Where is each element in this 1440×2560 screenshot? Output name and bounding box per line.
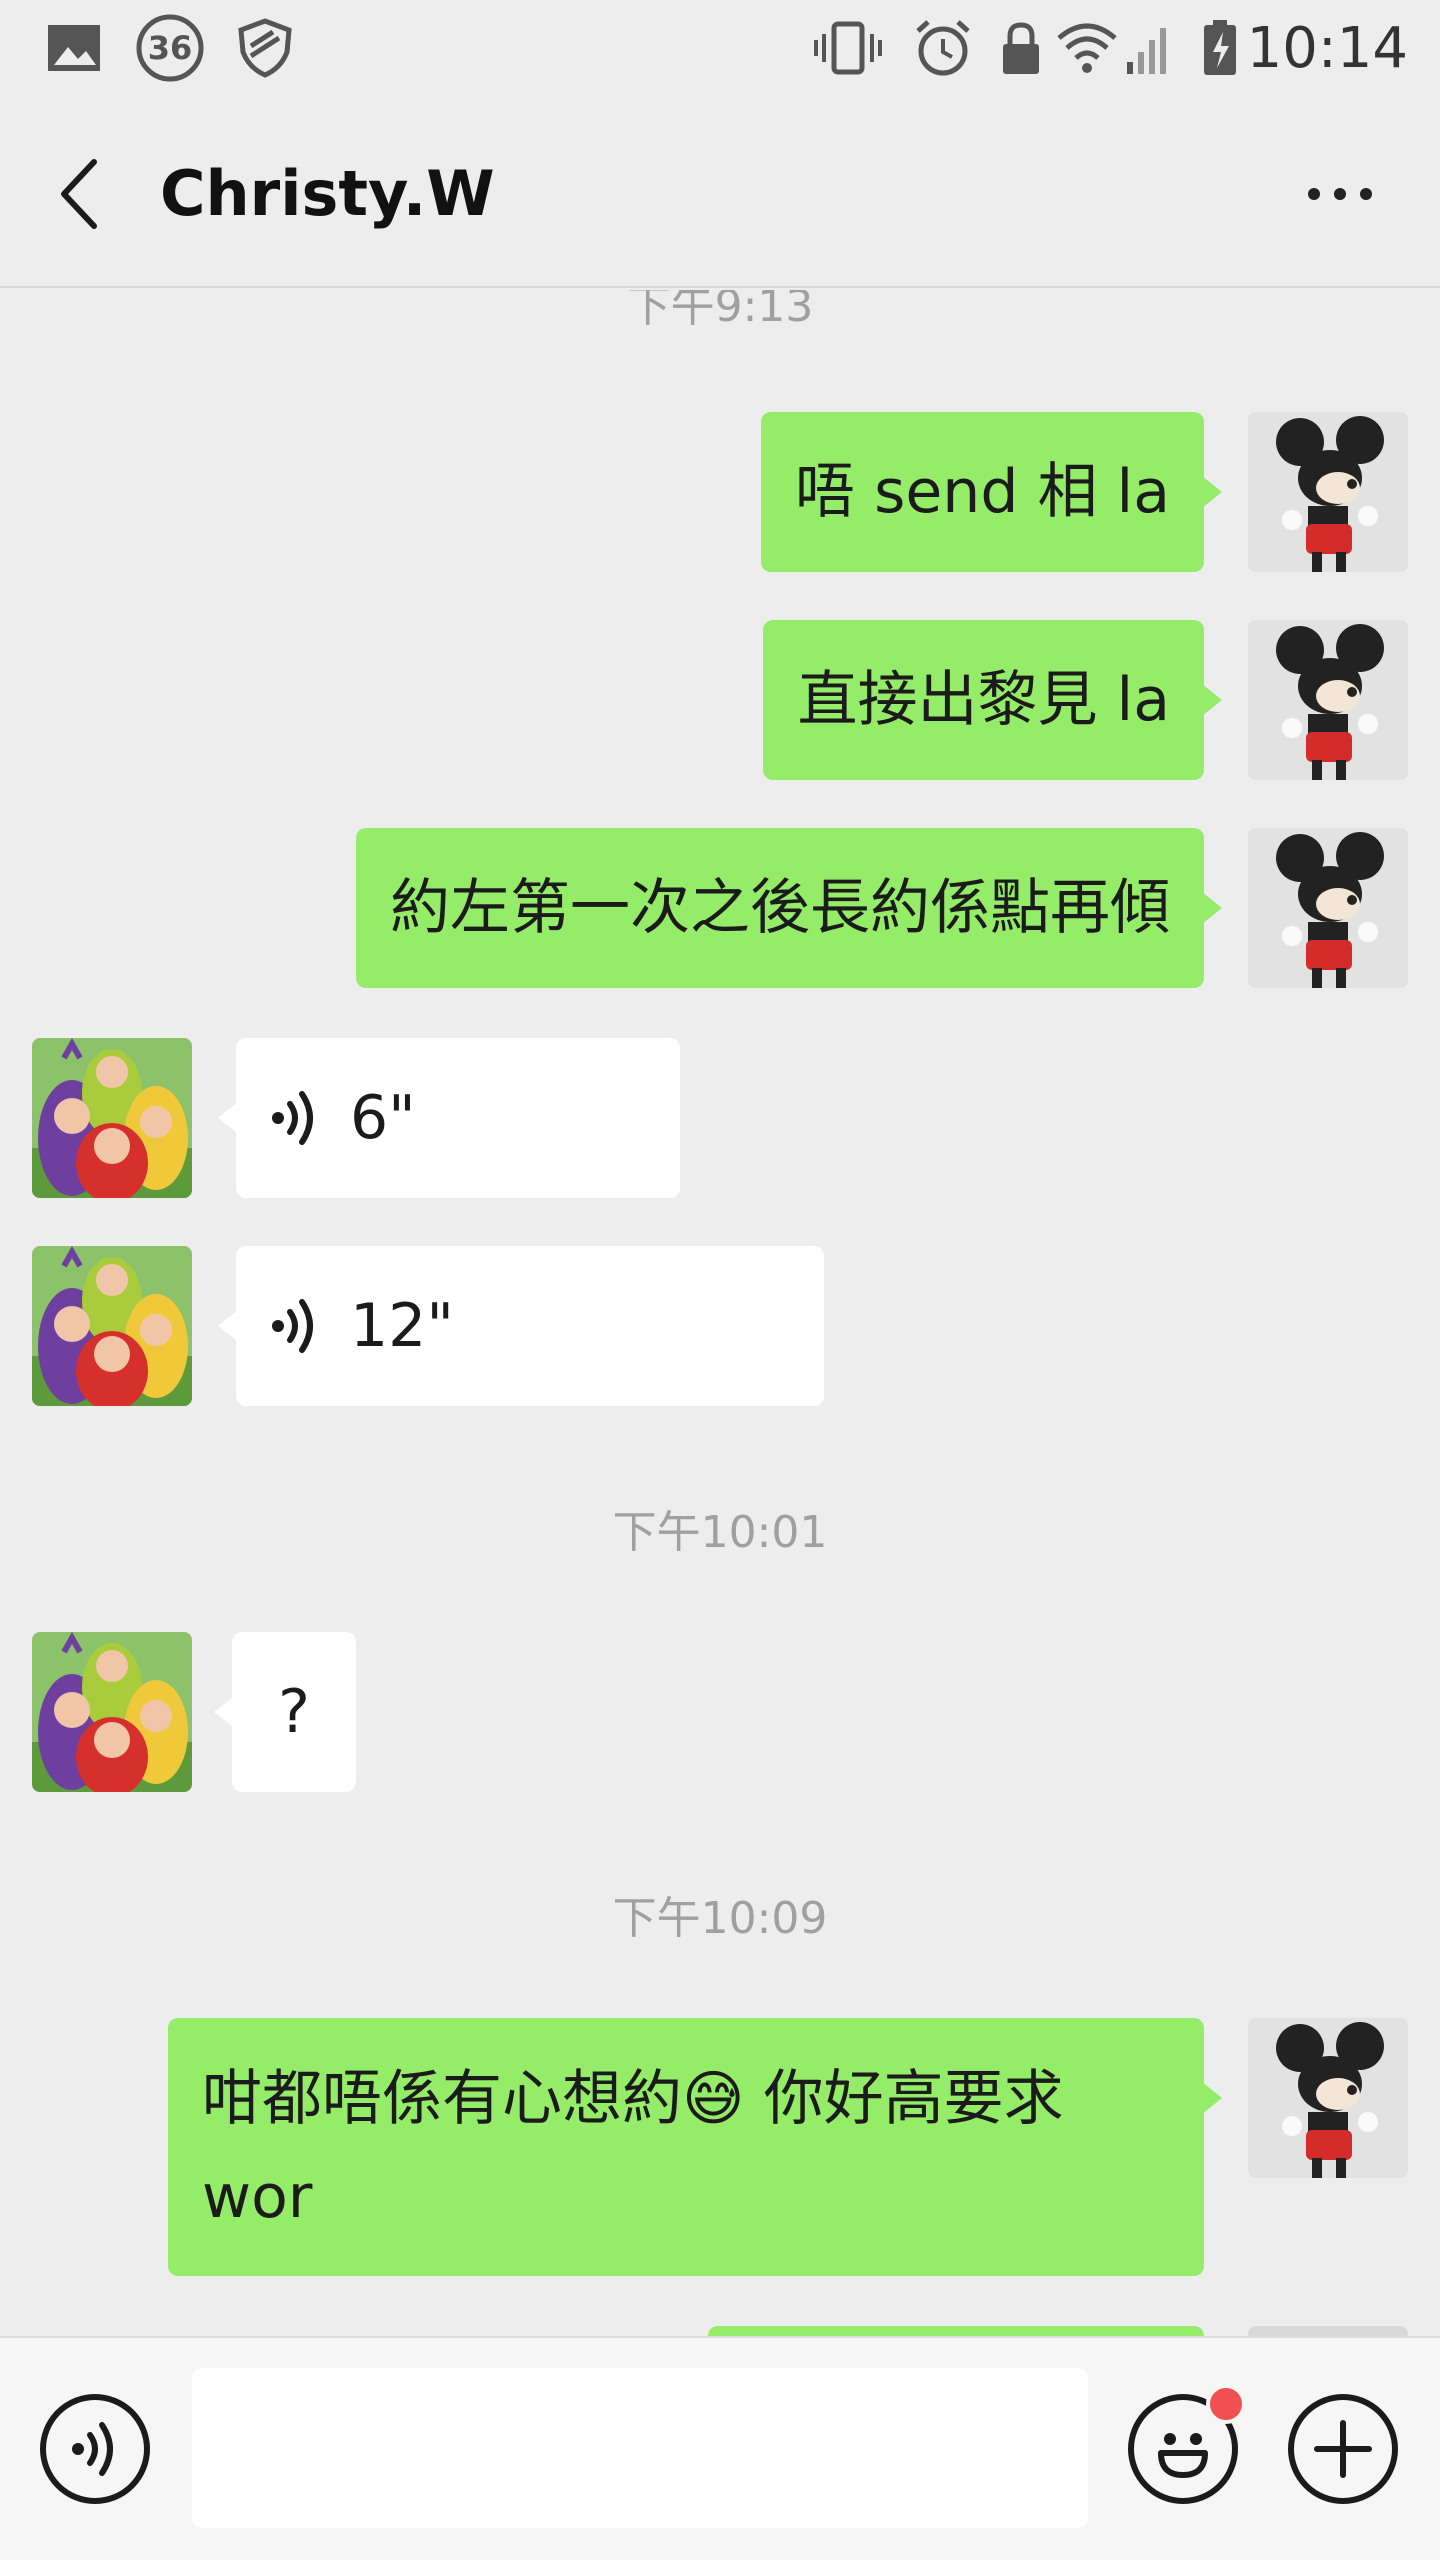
message-list[interactable]: 下午9:13 唔 send 相 la 直接出黎見 la 約左第一次之後長約係點再…	[0, 290, 1440, 2336]
teletubbies-avatar-image	[32, 1038, 192, 1198]
status-bar: 36 10:14	[0, 0, 1440, 100]
contact-avatar[interactable]	[32, 1246, 192, 1406]
message-text: 直接出黎見 la	[797, 665, 1170, 735]
message-text: ?	[278, 1677, 310, 1747]
more-button[interactable]	[1290, 154, 1390, 234]
voice-wave-icon	[272, 1091, 313, 1145]
vibrate-icon	[810, 18, 886, 78]
message-bubble-outgoing[interactable]: 直接出黎見 la	[763, 620, 1222, 780]
message-text: 咁都唔係有心想約😅 你好高要求 wor	[202, 2064, 1064, 2232]
my-avatar[interactable]	[1248, 828, 1408, 988]
plus-button[interactable]	[1288, 2394, 1398, 2504]
shield-icon	[234, 18, 296, 78]
timestamp: 下午10:01	[612, 1507, 828, 1558]
chat-header: Christy.W	[0, 100, 1440, 288]
my-avatar[interactable]	[1248, 620, 1408, 780]
voice-mode-button[interactable]	[40, 2394, 150, 2504]
message-bubble-outgoing[interactable]: 約左第一次之後長約係點再傾	[356, 828, 1222, 988]
back-button[interactable]	[40, 154, 120, 234]
message-bubble-incoming[interactable]: ?	[214, 1632, 356, 1792]
teletubbies-avatar-image	[32, 1246, 192, 1406]
message-text: 唔 send 相 la	[795, 457, 1170, 527]
input-bar	[0, 2336, 1440, 2560]
wifi-icon	[1054, 18, 1120, 78]
mouse-cartoon-avatar-image	[1248, 2018, 1408, 2178]
message-bubble-outgoing-partial[interactable]	[708, 2326, 1204, 2336]
message-input[interactable]	[192, 2368, 1088, 2528]
message-bubble-outgoing[interactable]: 唔 send 相 la	[761, 412, 1222, 572]
voice-message-bubble[interactable]: 12"	[218, 1246, 824, 1406]
my-avatar[interactable]	[1248, 412, 1408, 572]
voice-duration: 12"	[350, 1291, 454, 1361]
mouse-cartoon-avatar-image	[1248, 620, 1408, 780]
voice-message-bubble[interactable]: 6"	[218, 1038, 680, 1198]
notification-dot	[1206, 2384, 1246, 2424]
badge-36-icon: 36	[132, 14, 208, 82]
chevron-left-icon	[61, 159, 97, 229]
image-icon	[44, 18, 104, 78]
lock-icon	[996, 18, 1046, 78]
mouse-cartoon-avatar-image	[1248, 412, 1408, 572]
voice-duration: 6"	[350, 1083, 416, 1153]
contact-avatar[interactable]	[32, 1038, 192, 1198]
message-bubble-outgoing[interactable]: 咁都唔係有心想約😅 你好高要求 wor	[168, 2018, 1222, 2276]
voice-wave-icon	[272, 1299, 313, 1353]
timestamp: 下午10:09	[612, 1893, 828, 1944]
my-avatar[interactable]	[1248, 2326, 1408, 2336]
alarm-icon	[910, 18, 976, 78]
clock: 10:14	[1246, 16, 1408, 81]
timestamp: 下午9:13	[626, 290, 814, 332]
emoji-icon	[1158, 2433, 1208, 2478]
more-dots-icon	[1308, 188, 1320, 200]
plus-icon	[1314, 2420, 1372, 2478]
mouse-cartoon-avatar-image	[1248, 828, 1408, 988]
message-text: 約左第一次之後長約係點再傾	[390, 873, 1170, 943]
signal-icon	[1124, 18, 1176, 78]
teletubbies-avatar-image	[32, 1632, 192, 1792]
my-avatar[interactable]	[1248, 2018, 1408, 2178]
battery-charging-icon	[1200, 18, 1240, 78]
notification-count: 36	[147, 29, 193, 67]
contact-avatar[interactable]	[32, 1632, 192, 1792]
chat-title: Christy.W	[160, 157, 495, 230]
voice-mode-icon	[72, 2422, 113, 2476]
